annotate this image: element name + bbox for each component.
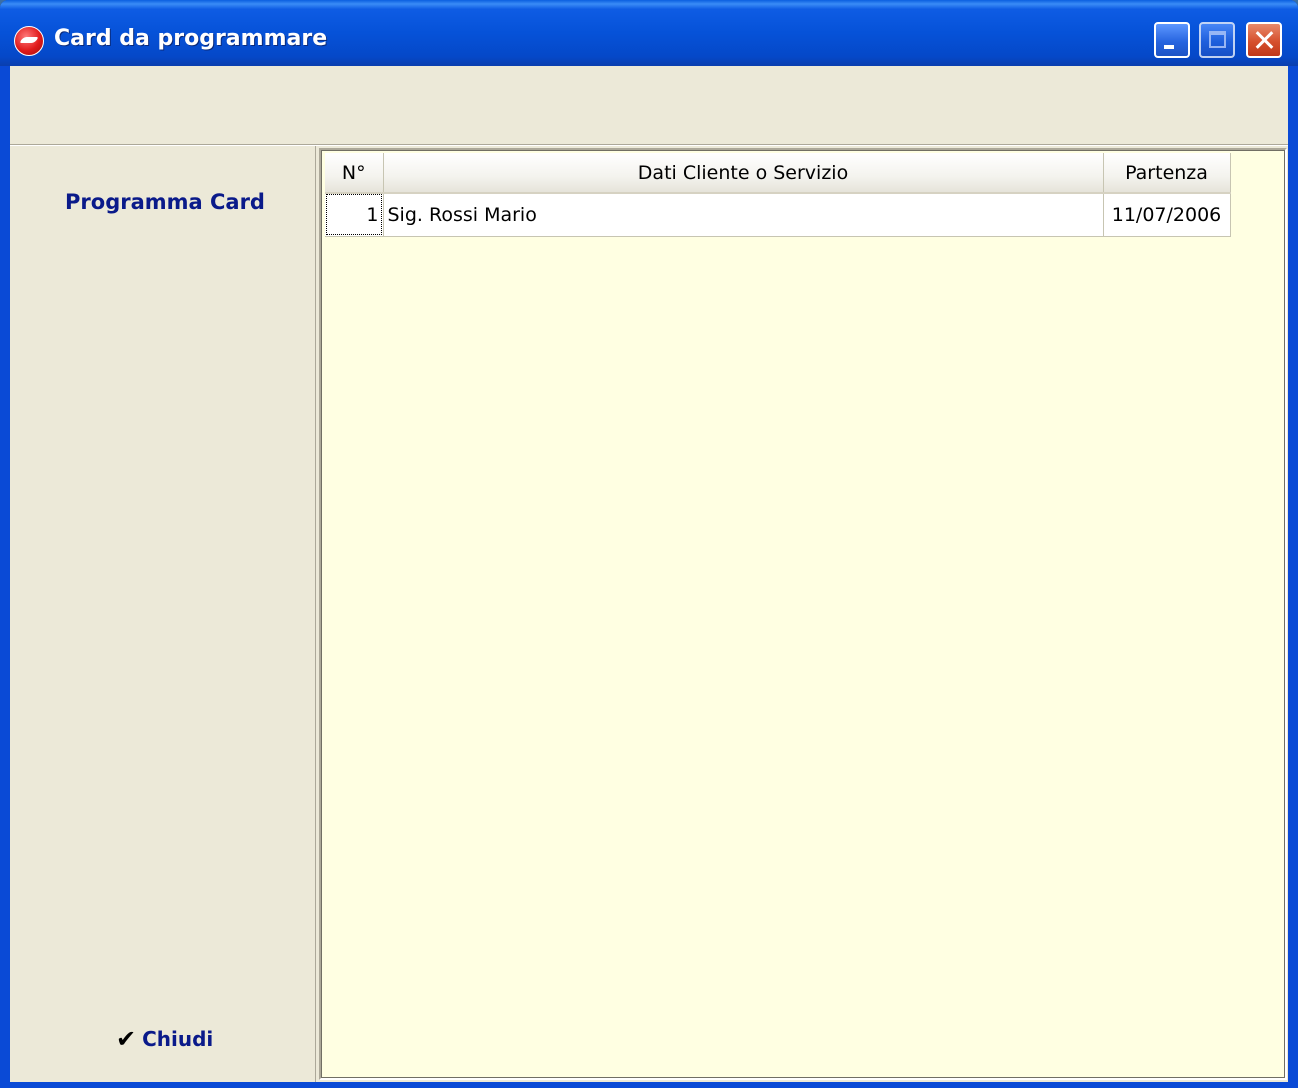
grid-body: N° Dati Cliente o Servizio Partenza 1 Si… (321, 150, 1285, 1078)
maximize-icon (1209, 31, 1226, 48)
app-window: Card da programmare Programma Card ✔ Chi… (0, 0, 1298, 1088)
grid-table: N° Dati Cliente o Servizio Partenza 1 Si… (325, 153, 1231, 237)
checkmark-icon: ✔ (116, 1025, 137, 1053)
close-window-button[interactable] (1246, 22, 1282, 58)
minimize-icon (1164, 45, 1174, 49)
sidebar-title[interactable]: Programma Card (10, 190, 320, 214)
column-header-departure[interactable]: Partenza (1103, 153, 1231, 194)
column-header-number[interactable]: N° (325, 153, 384, 194)
window-title: Card da programmare (54, 26, 328, 51)
column-header-client-data[interactable]: Dati Cliente o Servizio (383, 153, 1104, 194)
close-icon (1248, 24, 1280, 56)
title-bar[interactable]: Card da programmare (0, 0, 1298, 66)
app-logo-icon[interactable] (14, 26, 44, 56)
sidebar: Programma Card ✔ Chiudi (10, 146, 316, 1082)
departure-date-cell[interactable]: 11/07/2006 (1103, 193, 1231, 237)
chiudi-button[interactable]: ✔ Chiudi (116, 1024, 213, 1054)
toolbar-area (10, 66, 1288, 145)
client-area: Programma Card ✔ Chiudi N° Dati Cliente … (10, 66, 1288, 1082)
chiudi-label: Chiudi (142, 1027, 214, 1051)
client-data-cell[interactable]: Sig. Rossi Mario (383, 193, 1104, 237)
table-row[interactable]: 1 Sig. Rossi Mario 11/07/2006 (325, 193, 1231, 237)
maximize-button[interactable] (1199, 22, 1235, 58)
grid-header-row: N° Dati Cliente o Servizio Partenza (325, 153, 1231, 194)
row-number-cell[interactable]: 1 (325, 193, 384, 237)
minimize-button[interactable] (1154, 22, 1190, 58)
card-grid[interactable]: N° Dati Cliente o Servizio Partenza 1 Si… (319, 148, 1287, 1080)
